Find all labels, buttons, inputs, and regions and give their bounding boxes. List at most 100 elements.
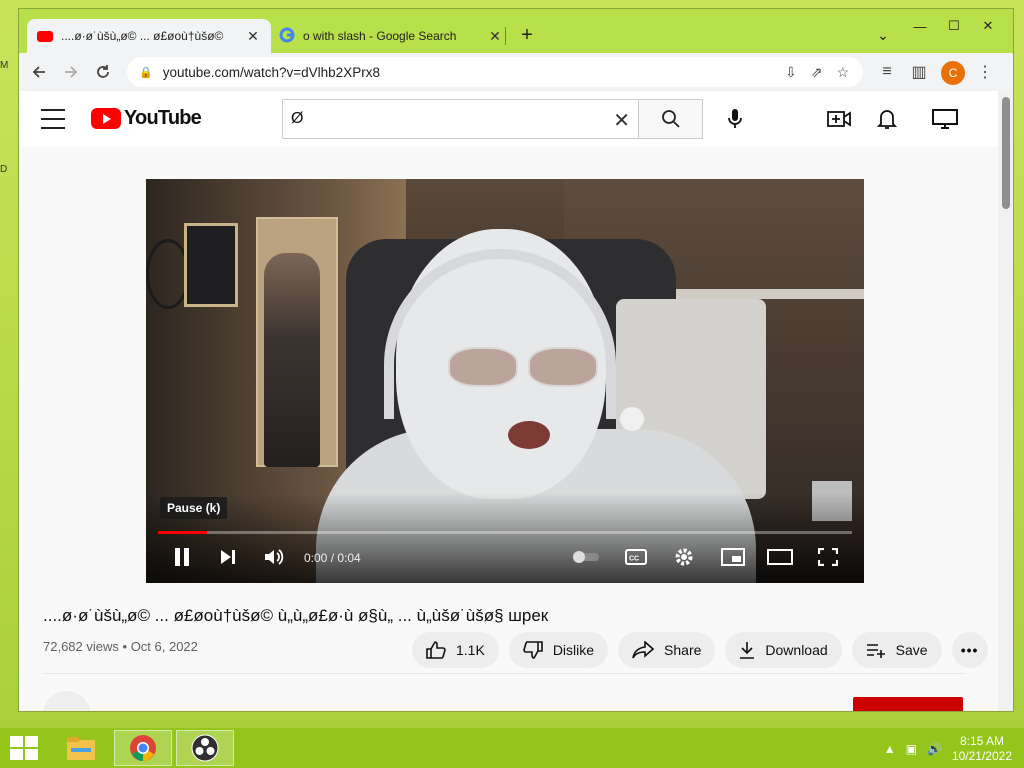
next-button[interactable] [216, 545, 240, 569]
download-icon [740, 642, 755, 659]
video-frame-mic [620, 407, 644, 431]
desktop-icon-edge[interactable]: D [0, 164, 7, 175]
video-time: 0:00 / 0:04 [304, 551, 361, 565]
next-icon [221, 550, 235, 564]
volume-icon [265, 549, 284, 565]
tab-search-chevron-icon[interactable]: ⌄ [871, 23, 895, 47]
settings-button[interactable] [672, 545, 696, 569]
captions-button[interactable]: CC [624, 545, 648, 569]
back-button[interactable] [25, 58, 53, 86]
install-icon[interactable]: ⇩ [785, 64, 797, 81]
minimize-button[interactable]: — [903, 15, 937, 37]
theater-mode-icon [767, 549, 793, 565]
pause-icon [175, 548, 189, 566]
video-frame-mouth [508, 421, 550, 449]
star-icon[interactable]: ☆ [836, 64, 849, 81]
hamburger-menu-icon[interactable] [41, 109, 65, 129]
maximize-button[interactable]: ☐ [937, 15, 971, 37]
gear-icon [675, 548, 693, 566]
forward-button[interactable] [57, 58, 85, 86]
address-bar[interactable]: 🔒 youtube.com/watch?v=dVlhb2XPrx8 ⇩ ⇗ ☆ [127, 57, 863, 87]
autoplay-toggle[interactable] [570, 545, 602, 569]
thumbs-down-icon [523, 641, 543, 659]
close-icon[interactable]: ✕ [487, 28, 503, 45]
youtube-page: YouTube Ø ✕ Pause (k) 0:00 / 0:04 CC ...… [19, 91, 998, 711]
close-window-button[interactable]: ✕ [971, 15, 1005, 37]
cast-screen-icon[interactable] [929, 105, 961, 133]
more-horizontal-icon: ••• [960, 642, 979, 658]
tab-divider [505, 27, 506, 45]
create-video-icon[interactable] [825, 105, 853, 133]
voice-search-button[interactable] [715, 99, 755, 139]
video-frame-glasses [448, 347, 598, 387]
volume-button[interactable] [262, 545, 288, 569]
network-icon[interactable]: ▣ [906, 742, 917, 756]
tab-google-search[interactable]: o with slash - Google Search ✕ [269, 19, 513, 53]
like-button[interactable]: 1.1K [412, 632, 499, 668]
clock-date: 10/21/2022 [951, 749, 1012, 763]
pause-button[interactable] [170, 545, 194, 569]
divider [43, 673, 965, 674]
playlist-add-icon [866, 644, 885, 658]
tab-title: ....ø·ø˙ùšù„ø© ... ø£øoù†ùšø© [61, 29, 224, 43]
profile-avatar[interactable]: C [941, 61, 965, 85]
share-arrow-icon [632, 641, 655, 659]
miniplayer-icon [721, 548, 745, 566]
close-icon[interactable]: ✕ [245, 28, 261, 45]
tray-up-arrow-icon[interactable]: ▲ [884, 742, 896, 756]
search-input[interactable]: Ø ✕ [282, 99, 639, 139]
new-tab-button[interactable]: + [515, 23, 539, 47]
chrome-taskbar-icon[interactable] [114, 730, 172, 766]
omnibox-actions: ⇩ ⇗ ☆ [785, 57, 849, 87]
thumbs-up-icon [426, 641, 446, 659]
windows-start-icon[interactable] [10, 736, 38, 760]
download-label: Download [765, 642, 828, 658]
reload-button[interactable] [89, 58, 117, 86]
share-label: Share [664, 642, 702, 658]
more-actions-button[interactable]: ••• [951, 632, 988, 668]
desktop-icon-edge[interactable]: M [0, 60, 8, 71]
browser-toolbar: 🔒 youtube.com/watch?v=dVlhb2XPrx8 ⇩ ⇗ ☆ … [19, 53, 1013, 91]
clear-search-icon[interactable]: ✕ [613, 108, 630, 133]
side-panel-icon[interactable]: ▥ [905, 58, 933, 86]
media-control-icon[interactable]: ≡ [873, 58, 901, 86]
upload-date: Oct 6, 2022 [130, 639, 198, 654]
share-button[interactable]: Share [618, 632, 716, 668]
obs-taskbar-icon[interactable] [176, 730, 234, 766]
volume-tray-icon[interactable]: 🔊 [927, 742, 942, 756]
subscribe-button[interactable]: SUBSCRIBE [853, 697, 963, 711]
window-controls: — ☐ ✕ [903, 15, 1005, 37]
search-icon [661, 110, 680, 128]
notifications-bell-icon[interactable] [873, 105, 901, 133]
youtube-logo[interactable]: YouTube [91, 107, 202, 130]
url-text: youtube.com/watch?v=dVlhb2XPrx8 [162, 64, 380, 80]
theater-mode-button[interactable] [766, 545, 794, 569]
meta-separator: • [122, 639, 131, 654]
file-explorer-icon[interactable] [52, 730, 110, 766]
miniplayer-button[interactable] [720, 545, 746, 569]
taskbar: ▲ ▣ 🔊 8:15 AM 10/21/2022 [0, 728, 1024, 768]
microphone-icon [728, 109, 742, 128]
video-player[interactable]: Pause (k) 0:00 / 0:04 CC [146, 179, 864, 583]
video-progress-bar[interactable] [158, 531, 852, 534]
page-scrollbar[interactable] [998, 91, 1013, 711]
scrollbar-thumb[interactable] [1002, 97, 1010, 209]
search-value: Ø [291, 110, 304, 127]
like-count: 1.1K [456, 642, 485, 658]
tab-youtube[interactable]: ....ø·ø˙ùšù„ø© ... ø£øoù†ùšø© ✕ [27, 19, 271, 53]
fullscreen-icon [818, 548, 838, 566]
tab-title: o with slash - Google Search [303, 29, 457, 43]
menu-kebab-icon[interactable]: ⋮ [971, 58, 999, 86]
share-icon[interactable]: ⇗ [811, 64, 823, 81]
download-button[interactable]: Download [725, 632, 842, 668]
save-button[interactable]: Save [851, 632, 942, 668]
video-meta: 72,682 views • Oct 6, 2022 [43, 639, 198, 654]
youtube-header: YouTube Ø ✕ [19, 91, 998, 147]
video-progress-fill [158, 531, 207, 534]
taskbar-clock[interactable]: 8:15 AM 10/21/2022 [952, 734, 1012, 764]
dislike-button[interactable]: Dislike [508, 632, 609, 668]
fullscreen-button[interactable] [816, 545, 840, 569]
channel-avatar[interactable] [43, 691, 91, 711]
video-title: ....ø·ø˙ùšù„ø© ... ø£øoù†ùšø© ù„ù„ø£ø·ù … [43, 606, 549, 625]
search-button[interactable] [639, 99, 703, 139]
